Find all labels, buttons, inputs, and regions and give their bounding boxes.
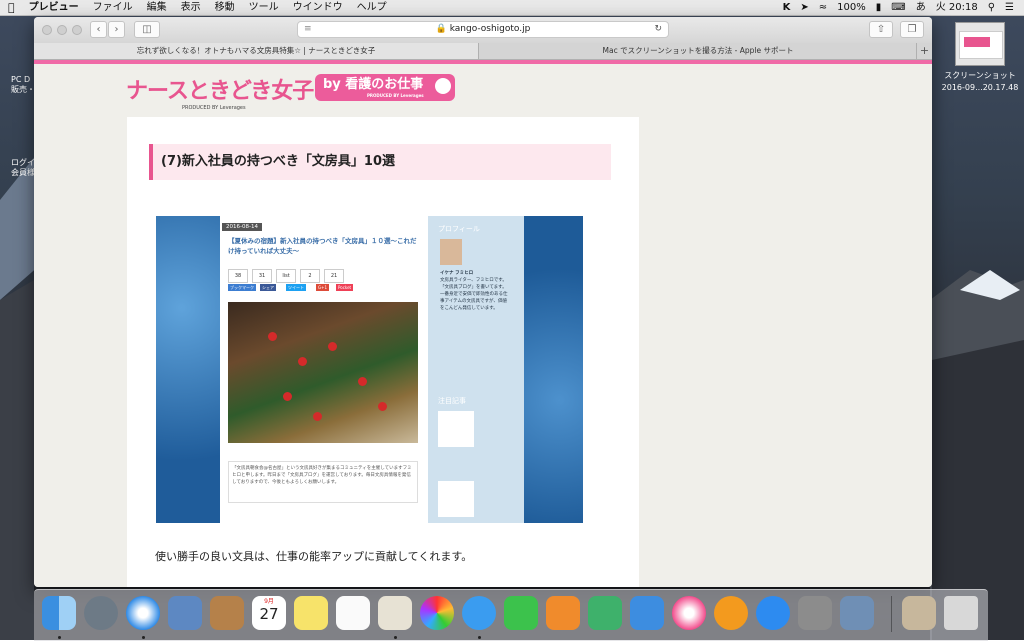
photos-icon[interactable]: [420, 596, 454, 630]
screenshot-file-label[interactable]: スクリーンショット 2016-09...20.17.48: [935, 70, 1024, 94]
post-date: 2016-08-14: [222, 223, 262, 231]
article-content: (7)新入社員の持つべき「文房具」10選 2016-08-14 【夏休みの宿題】…: [127, 117, 639, 587]
lock-icon: 🔒: [435, 24, 450, 34]
dock: 9月 27: [34, 589, 988, 641]
site-logo[interactable]: ナースときどき女子: [126, 73, 314, 105]
bookmark-button: ブックマーク: [228, 284, 256, 291]
featured-thumb: [438, 411, 474, 447]
post-caption: 「文房具朝食会@名古屋」という文房具好きが集まるコミュニティを主催していますフミ…: [228, 461, 418, 503]
app-store-icon[interactable]: [756, 596, 790, 630]
facetime-icon[interactable]: [504, 596, 538, 630]
notes-icon[interactable]: [294, 596, 328, 630]
facebook-share-button: シェア: [260, 284, 276, 291]
preview-icon[interactable]: [378, 596, 412, 630]
keynote-icon[interactable]: [630, 596, 664, 630]
apple-menu-icon[interactable]: : [8, 0, 15, 15]
input-mode[interactable]: あ: [916, 0, 926, 15]
nurse-cap-icon: [435, 78, 451, 94]
menu-app-name[interactable]: プレビュー: [29, 0, 79, 15]
reader-icon[interactable]: ≡: [304, 22, 312, 37]
system-preferences-icon[interactable]: [798, 596, 832, 630]
flower-balcony-photo: [228, 302, 418, 443]
new-tab-button[interactable]: +: [916, 43, 932, 59]
forward-button[interactable]: ›: [108, 21, 125, 38]
desktop-item-label[interactable]: ログイ: [11, 158, 35, 168]
section-heading: (7)新入社員の持つべき「文房具」10選: [149, 144, 611, 180]
desktop-item-label[interactable]: PC D: [11, 75, 30, 85]
minimize-button[interactable]: [57, 25, 67, 35]
keyboard-icon[interactable]: ⌨: [891, 0, 905, 15]
messages-icon[interactable]: [462, 596, 496, 630]
url-text: kango-oshigoto.jp: [449, 24, 531, 34]
sidebar-icon[interactable]: ◫: [134, 21, 160, 38]
pocket-button: Pocket: [336, 284, 354, 291]
profile-avatar: [440, 239, 462, 265]
post-title: 【夏休みの宿題】新入社員の持つべき「文房具」１０選〜これだけ持っていれば大丈夫〜: [228, 237, 417, 255]
downloads-stack-icon[interactable]: [902, 596, 936, 630]
cursor-icon[interactable]: ➤: [800, 0, 808, 15]
notification-center-icon[interactable]: ☰: [1005, 0, 1014, 15]
close-button[interactable]: [42, 25, 52, 35]
tweet-button: ツイート: [286, 284, 306, 291]
contacts-icon[interactable]: [210, 596, 244, 630]
tab-bar: 忘れず欲しくなる！オトナもハマる文房具特集☆ | ナースときどき女子 Mac で…: [34, 43, 932, 60]
browser-window: ‹ › ◫ ≡ 🔒 kango-oshigoto.jp ↻ ⇧ ❐ 忘れず欲しく…: [34, 17, 932, 587]
trash-icon[interactable]: [944, 596, 978, 630]
k-app-icon[interactable]: K: [783, 0, 791, 15]
itunes-icon[interactable]: [672, 596, 706, 630]
screenshot-file-icon[interactable]: [955, 22, 1005, 66]
battery-percent[interactable]: 100%: [837, 0, 866, 15]
battery-icon[interactable]: ▮: [876, 0, 882, 15]
address-bar[interactable]: ≡ 🔒 kango-oshigoto.jp ↻: [297, 21, 669, 38]
launchpad-icon[interactable]: [84, 596, 118, 630]
gplus-button: G+1: [316, 284, 329, 291]
wifi-icon[interactable]: ≈: [819, 0, 827, 15]
profile-title: プロフィール: [438, 225, 480, 233]
desktop-item-label[interactable]: 会員様: [11, 168, 35, 178]
calendar-icon[interactable]: 9月 27: [252, 596, 286, 630]
desktop-item-label[interactable]: 販売・: [11, 85, 35, 95]
menu-view[interactable]: 表示: [181, 0, 201, 15]
menu-file[interactable]: ファイル: [93, 0, 133, 15]
logo-produced-by: PRODUCED BY Leverages: [182, 105, 246, 111]
embedded-blog-image: 2016-08-14 【夏休みの宿題】新入社員の持つべき「文房具」１０選〜これだ…: [156, 216, 583, 523]
featured-thumb: [438, 481, 474, 517]
finder-icon[interactable]: [42, 596, 76, 630]
site-badge[interactable]: by 看護のお仕事 PRODUCED BY Leverages: [315, 74, 455, 101]
share-icon[interactable]: ⇧: [869, 21, 893, 38]
tabs-overview-icon[interactable]: ❐: [900, 21, 924, 38]
tab-active[interactable]: 忘れず欲しくなる！オトナもハマる文房具特集☆ | ナースときどき女子: [34, 43, 479, 59]
featured-title: 注目記事: [438, 397, 466, 405]
mail-icon[interactable]: [168, 596, 202, 630]
reload-icon[interactable]: ↻: [654, 22, 662, 37]
reminders-icon[interactable]: [336, 596, 370, 630]
share-counts: 38 31 list 2 21: [228, 269, 344, 283]
image-capture-icon[interactable]: [840, 596, 874, 630]
numbers-icon[interactable]: [588, 596, 622, 630]
menu-window[interactable]: ウインドウ: [293, 0, 343, 15]
zoom-button[interactable]: [72, 25, 82, 35]
clock[interactable]: 火 20:18: [936, 0, 978, 15]
toolbar: ‹ › ◫ ≡ 🔒 kango-oshigoto.jp ↻ ⇧ ❐: [34, 17, 932, 44]
profile-text: イケナ フミヒロ 文房具ライター、フミヒロです。「文房具ブログ」を書いてます。一…: [440, 271, 508, 311]
web-page: ナースときどき女子 PRODUCED BY Leverages by 看護のお仕…: [34, 64, 932, 587]
menu-tools[interactable]: ツール: [249, 0, 279, 15]
back-button[interactable]: ‹: [90, 21, 107, 38]
safari-icon[interactable]: [126, 596, 160, 630]
menu-go[interactable]: 移動: [215, 0, 235, 15]
article-paragraph: 使い勝手の良い文具は、仕事の能率アップに貢献してくれます。: [155, 550, 473, 563]
ibooks-icon[interactable]: [714, 596, 748, 630]
menu-edit[interactable]: 編集: [147, 0, 167, 15]
pages-icon[interactable]: [546, 596, 580, 630]
menu-help[interactable]: ヘルプ: [357, 0, 387, 15]
spotlight-icon[interactable]: ⚲: [988, 0, 995, 15]
menu-bar:  プレビュー ファイル 編集 表示 移動 ツール ウインドウ ヘルプ K ➤ …: [0, 0, 1024, 16]
tab-apple-support[interactable]: Mac でスクリーンショットを撮る方法 - Apple サポート: [479, 43, 917, 59]
